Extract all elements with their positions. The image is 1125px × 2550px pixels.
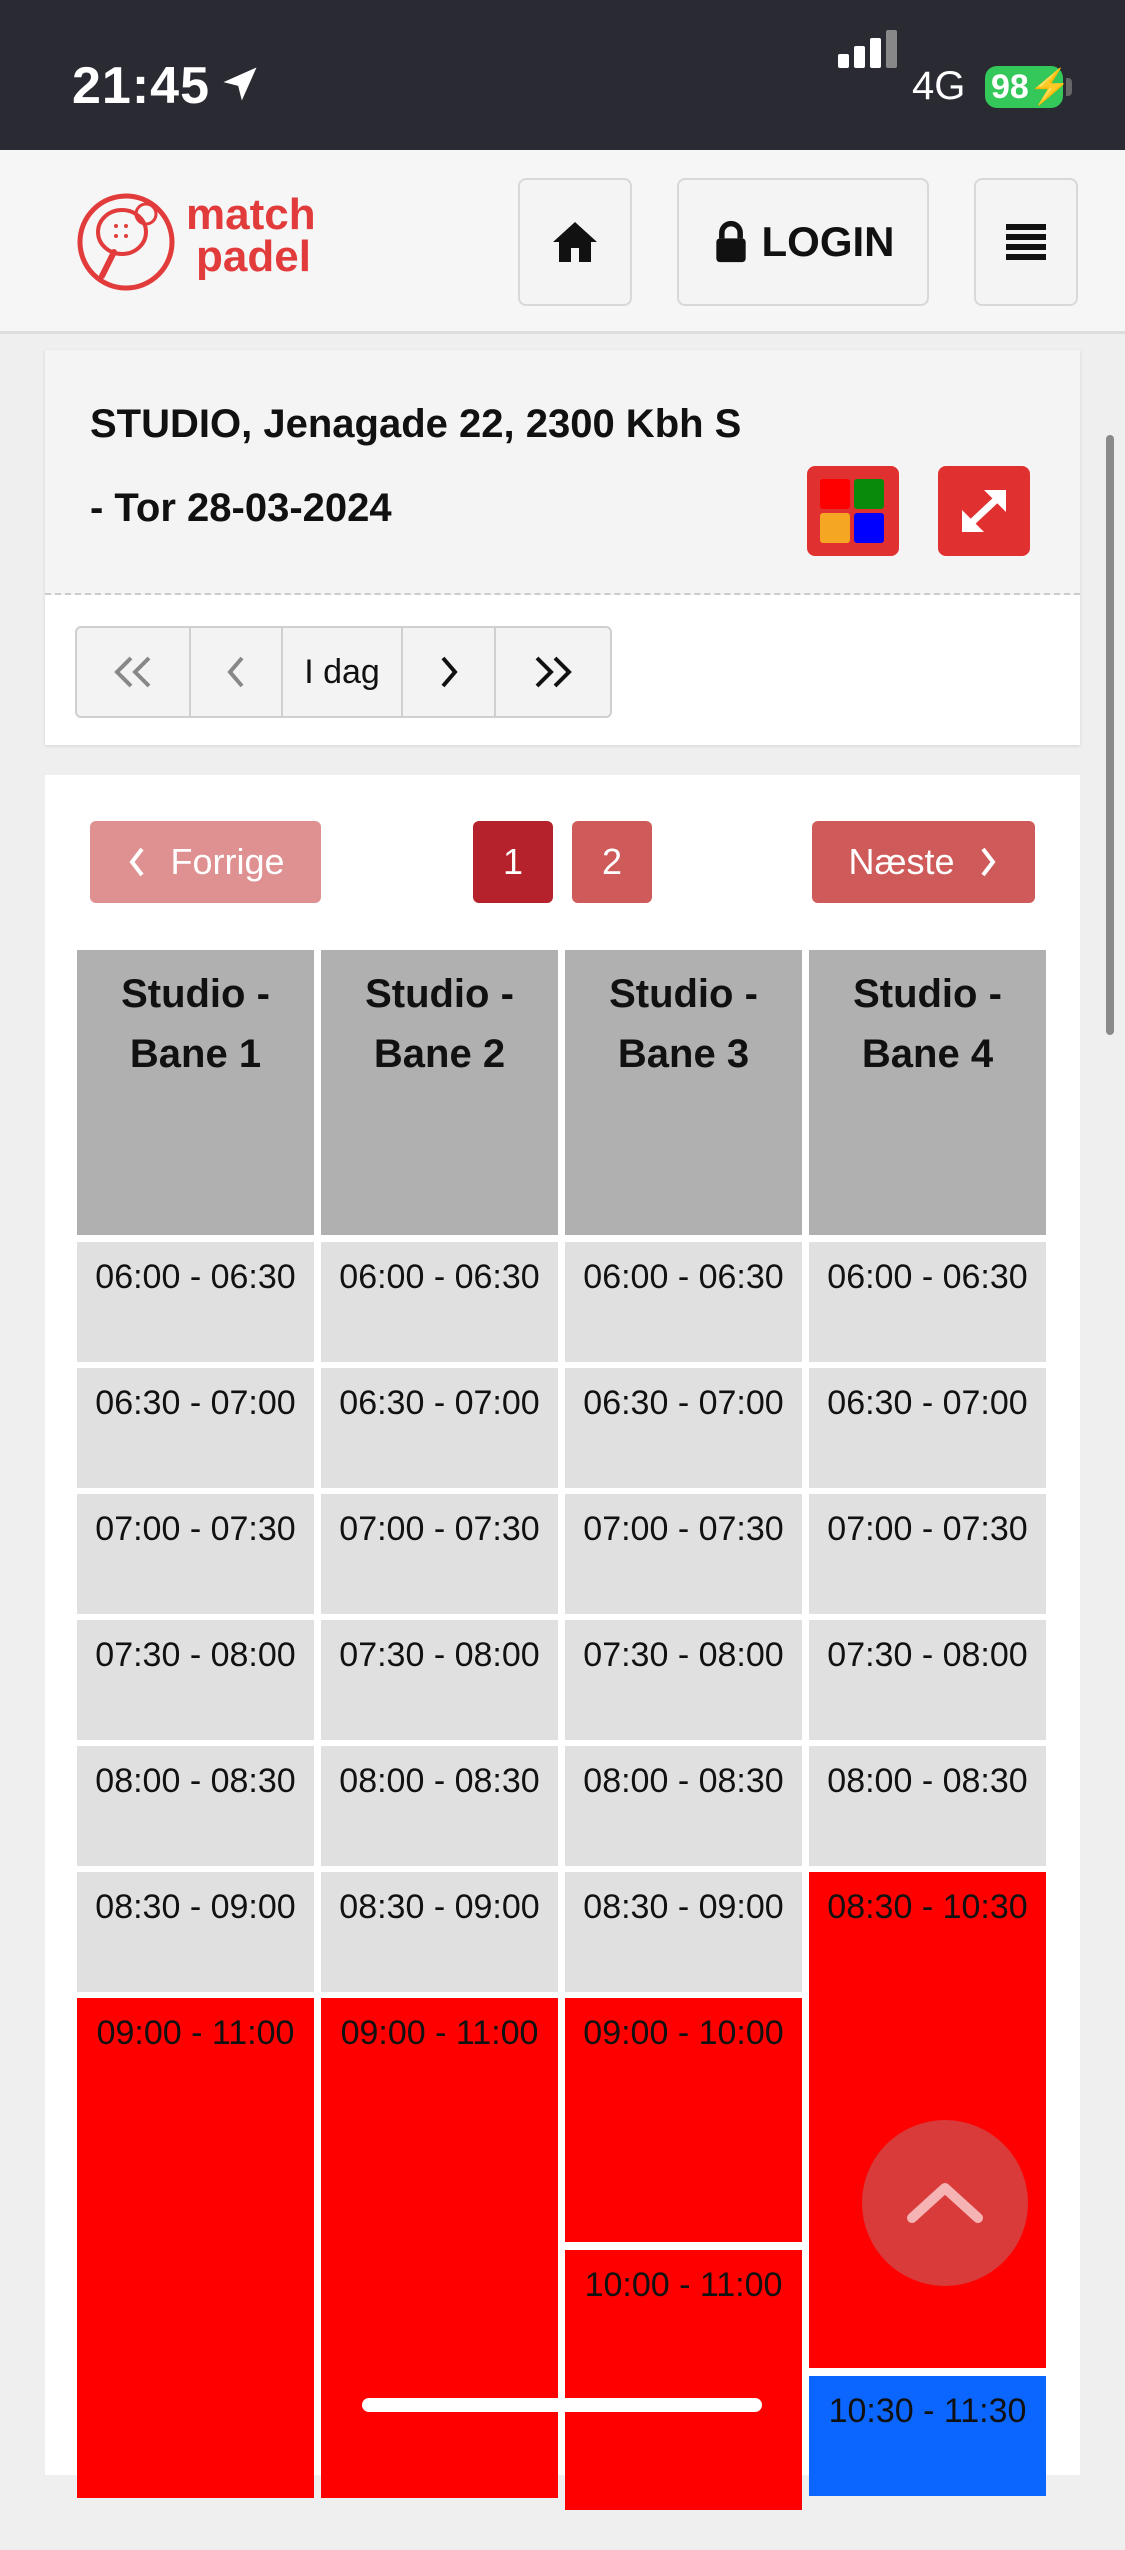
next-page-button[interactable]: Næste (812, 821, 1035, 903)
booked-slot[interactable]: 09:00 - 11:00 (77, 1998, 314, 2498)
slot-cell[interactable]: 07:00 - 07:30 (809, 1494, 1046, 1614)
double-chevron-right-icon (535, 656, 572, 688)
home-indicator (362, 2398, 762, 2412)
booked-slot[interactable]: 09:00 - 10:00 (565, 1998, 802, 2242)
member-booked-slot[interactable]: 10:30 - 11:30 (809, 2376, 1046, 2496)
chevron-right-icon (440, 656, 458, 688)
slot-cell[interactable]: 06:30 - 07:00 (565, 1368, 802, 1488)
double-chevron-left-icon (114, 656, 151, 688)
fullscreen-button[interactable] (938, 466, 1030, 556)
slot-cell[interactable]: 07:30 - 08:00 (809, 1620, 1046, 1740)
slot-cell[interactable]: 07:30 - 08:00 (321, 1620, 558, 1740)
slot-cell[interactable]: 07:00 - 07:30 (565, 1494, 802, 1614)
booked-slot[interactable]: 09:00 - 11:00 (321, 1998, 558, 2498)
expand-icon (962, 490, 1006, 532)
court-schedule-grid: Studio - Bane 1 Studio - Bane 2 Studio -… (77, 950, 1077, 2550)
network-type: 4G (912, 64, 966, 108)
chevron-left-icon (129, 847, 145, 877)
chevron-left-icon (227, 656, 244, 688)
slot-cell[interactable]: 06:00 - 06:30 (565, 1242, 802, 1362)
prev-day-button[interactable] (191, 628, 283, 716)
logo-line-1: match (186, 190, 316, 239)
color-square-blue (854, 513, 884, 543)
today-button[interactable]: I dag (283, 628, 403, 716)
slot-cell[interactable]: 08:00 - 08:30 (321, 1746, 558, 1866)
site-header: match padel LOGIN (0, 150, 1125, 334)
login-button[interactable]: LOGIN (677, 178, 929, 306)
first-day-button[interactable] (77, 628, 191, 716)
slot-cell[interactable]: 06:00 - 06:30 (809, 1242, 1046, 1362)
logo-line-2: padel (196, 232, 311, 281)
hamburger-icon (1006, 224, 1046, 260)
slot-cell[interactable]: 08:30 - 09:00 (77, 1872, 314, 1992)
slot-cell[interactable]: 08:30 - 09:00 (565, 1872, 802, 1992)
home-button[interactable] (518, 178, 632, 306)
slot-cell[interactable]: 06:30 - 07:00 (809, 1368, 1046, 1488)
page-scrollbar[interactable] (1106, 435, 1114, 1035)
venue-card: STUDIO, Jenagade 22, 2300 Kbh S - Tor 28… (45, 350, 1080, 745)
slot-cell[interactable]: 07:30 - 08:00 (565, 1620, 802, 1740)
prev-page-label: Forrige (170, 841, 285, 882)
login-label: LOGIN (761, 218, 895, 265)
prev-page-button[interactable]: Forrige (90, 821, 321, 903)
slot-cell[interactable]: 07:00 - 07:30 (77, 1494, 314, 1614)
padel-racket-icon (77, 193, 175, 291)
matchpadel-logo[interactable]: match padel (74, 190, 334, 300)
slot-cell[interactable]: 06:00 - 06:30 (77, 1242, 314, 1362)
color-square-orange (820, 513, 850, 543)
slot-cell[interactable]: 07:30 - 08:00 (77, 1620, 314, 1740)
date-line: - Tor 28-03-2024 (90, 486, 392, 530)
court-header-4: Studio - Bane 4 (809, 950, 1046, 1235)
home-icon (553, 222, 597, 262)
venue-card-header: STUDIO, Jenagade 22, 2300 Kbh S - Tor 28… (45, 350, 1080, 595)
court-header-2: Studio - Bane 2 (321, 950, 558, 1235)
status-time: 21:45 (72, 57, 210, 115)
page-button-1[interactable]: 1 (473, 821, 553, 903)
chevron-up-icon (907, 2183, 983, 2223)
slot-cell[interactable]: 06:30 - 07:00 (77, 1368, 314, 1488)
next-day-button[interactable] (403, 628, 496, 716)
scroll-to-top-button[interactable] (862, 2120, 1028, 2286)
booked-slot[interactable]: 10:00 - 11:00 (565, 2250, 802, 2510)
battery-indicator: 98⚡ (985, 66, 1071, 108)
color-legend-button[interactable] (807, 466, 899, 556)
court-header-1: Studio - Bane 1 (77, 950, 314, 1235)
slot-cell[interactable]: 08:30 - 09:00 (321, 1872, 558, 1992)
last-day-button[interactable] (496, 628, 610, 716)
menu-button[interactable] (974, 178, 1078, 306)
logo-text: match padel (186, 190, 316, 281)
slot-cell[interactable]: 08:00 - 08:30 (809, 1746, 1046, 1866)
battery-tip-icon (1066, 78, 1072, 96)
color-square-red (820, 479, 850, 509)
slot-cell[interactable]: 06:30 - 07:00 (321, 1368, 558, 1488)
slot-cell[interactable]: 06:00 - 06:30 (321, 1242, 558, 1362)
color-square-green (854, 479, 884, 509)
slot-cell[interactable]: 07:00 - 07:30 (321, 1494, 558, 1614)
next-page-label: Næste (848, 841, 955, 882)
battery-level: 98 (991, 68, 1029, 106)
status-bar: 21:45 4G 98⚡ (0, 0, 1125, 150)
slot-cell[interactable]: 08:00 - 08:30 (565, 1746, 802, 1866)
date-navigation: I dag (75, 626, 612, 718)
lock-icon (715, 220, 746, 263)
slot-cell[interactable]: 08:00 - 08:30 (77, 1746, 314, 1866)
chevron-right-icon (980, 847, 996, 877)
venue-title: STUDIO, Jenagade 22, 2300 Kbh S (90, 402, 742, 446)
page-button-2[interactable]: 2 (572, 821, 652, 903)
court-header-3: Studio - Bane 3 (565, 950, 802, 1235)
location-arrow-icon (223, 67, 257, 101)
